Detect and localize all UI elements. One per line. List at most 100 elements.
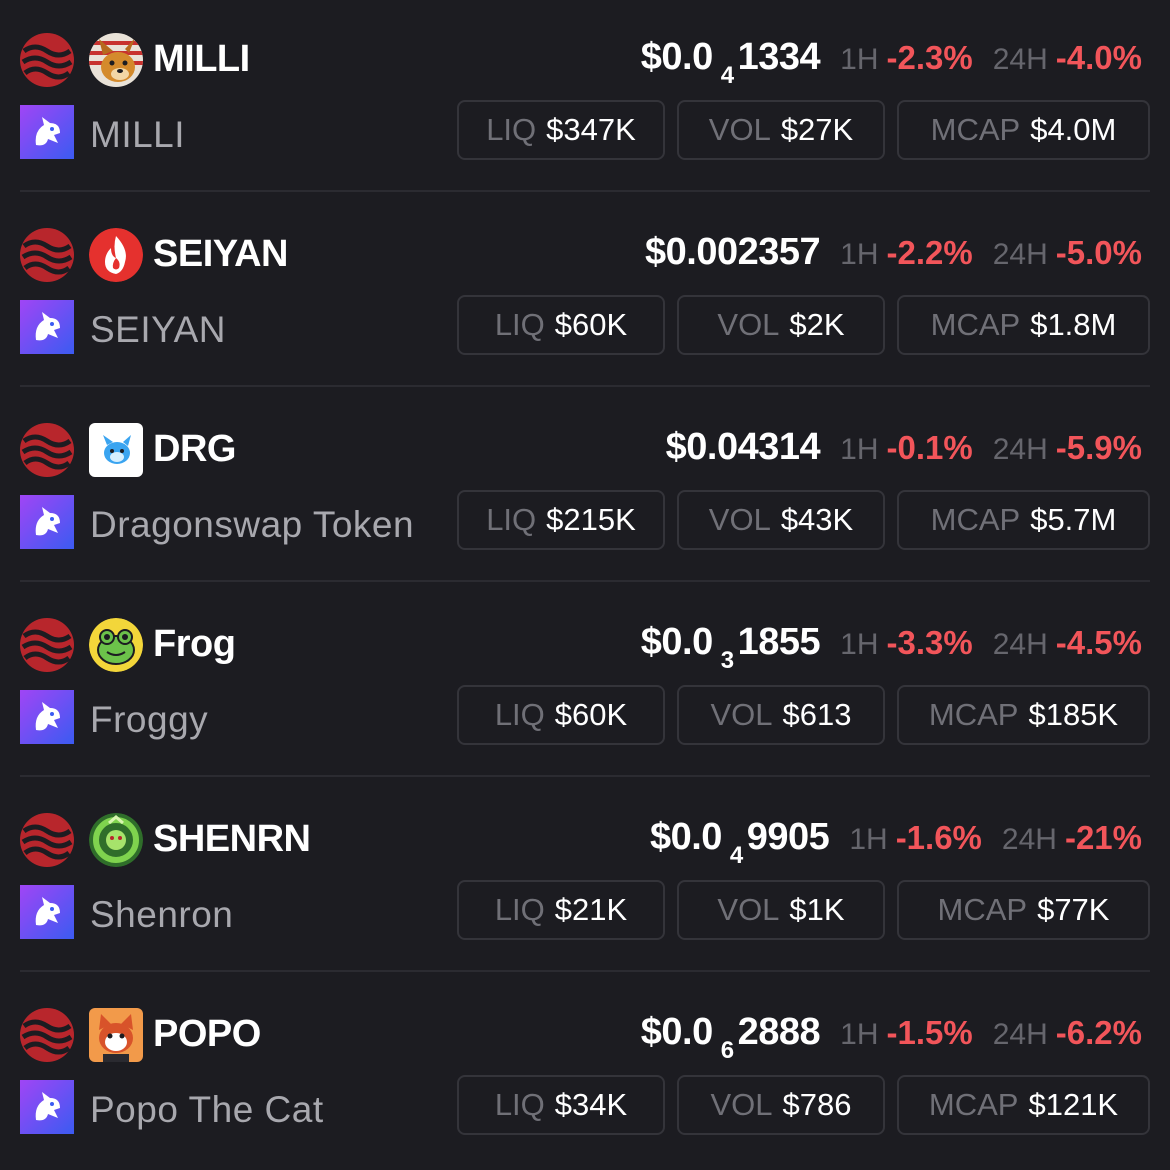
- liquidity-label: LIQ: [486, 502, 537, 537]
- mcap-pill[interactable]: MCAP $121K: [897, 1075, 1150, 1135]
- mcap-value: $121K: [1028, 1087, 1119, 1122]
- mcap-label: MCAP: [930, 112, 1021, 147]
- token-price: $0.04314: [665, 426, 821, 468]
- price-line: $0.0 6 2888 1H -1.5% 24H -6.2%: [640, 1011, 1142, 1064]
- token-symbol: POPO: [153, 1013, 261, 1055]
- row-divider: [20, 385, 1150, 387]
- liquidity-label: LIQ: [494, 697, 545, 732]
- row-divider: [20, 775, 1150, 777]
- volume-pill[interactable]: VOL $2K: [677, 295, 885, 355]
- token-price: $0.0 6 2888: [640, 1011, 821, 1064]
- price-line: $0.0 4 9905 1H -1.6% 24H -21%: [650, 816, 1142, 869]
- token-row[interactable]: SHENRN Shenron $0.0 4 9905 1H -1.6% 24H -2…: [0, 780, 1170, 975]
- liquidity-pill[interactable]: LIQ $347K: [457, 100, 665, 160]
- mcap-pill[interactable]: MCAP $1.8M: [897, 295, 1150, 355]
- change-24h-value: -4.0%: [1055, 39, 1142, 76]
- token-name: Dragonswap Token: [90, 504, 415, 545]
- token-symbol: SEIYAN: [153, 233, 289, 275]
- mcap-value: $185K: [1028, 697, 1119, 732]
- volume-value: $613: [782, 697, 852, 732]
- volume-label: VOL: [717, 892, 780, 927]
- liquidity-pill[interactable]: LIQ $60K: [457, 295, 665, 355]
- price-line: $0.0 3 1855 1H -3.3% 24H -4.5%: [640, 621, 1142, 674]
- mcap-label: MCAP: [937, 892, 1028, 927]
- liquidity-value: $60K: [554, 697, 628, 732]
- liquidity-label: LIQ: [494, 892, 545, 927]
- token-symbol: Frog: [153, 623, 236, 665]
- liquidity-label: LIQ: [494, 307, 545, 342]
- token-row[interactable]: Frog Froggy $0.0 3 1855 1H -3.3% 24H -4.5%…: [0, 585, 1170, 780]
- change-24h-value: -6.2%: [1055, 1014, 1142, 1051]
- mcap-pill[interactable]: MCAP $77K: [897, 880, 1150, 940]
- liquidity-value: $21K: [554, 892, 628, 927]
- change-24h-value: -21%: [1064, 819, 1142, 856]
- volume-label: VOL: [710, 1087, 773, 1122]
- volume-pill[interactable]: VOL $613: [677, 685, 885, 745]
- change-1h-label: 1H: [849, 823, 888, 856]
- token-row[interactable]: POPO Popo The Cat $0.0 6 2888 1H -1.5% 24H…: [0, 975, 1170, 1170]
- flame-icon: [89, 228, 143, 282]
- volume-pill[interactable]: VOL $27K: [677, 100, 885, 160]
- dragon-logo-icon: [89, 423, 143, 477]
- change-24h-label: 24H: [1001, 823, 1057, 856]
- change-24h-label: 24H: [992, 433, 1048, 466]
- change-24h-label: 24H: [992, 43, 1048, 76]
- dragonswap-icon: [20, 885, 74, 939]
- liquidity-pill[interactable]: LIQ $21K: [457, 880, 665, 940]
- price-line: $0.04314 1H -0.1% 24H -5.9%: [666, 426, 1142, 469]
- token-name: Shenron: [90, 894, 234, 935]
- volume-pill[interactable]: VOL $43K: [677, 490, 885, 550]
- change-1h-label: 1H: [840, 238, 879, 271]
- change-24h-value: -5.0%: [1055, 234, 1142, 271]
- dragonswap-icon: [20, 1080, 74, 1134]
- volume-label: VOL: [708, 502, 771, 537]
- volume-value: $1K: [789, 892, 845, 927]
- mcap-value: $77K: [1037, 892, 1110, 927]
- liquidity-pill[interactable]: LIQ $215K: [457, 490, 665, 550]
- price-line: $0.0 4 1334 1H -2.3% 24H -4.0%: [641, 36, 1142, 89]
- change-1h-value: -0.1%: [886, 429, 973, 466]
- row-divider: [20, 580, 1150, 582]
- mcap-pill[interactable]: MCAP $4.0M: [897, 100, 1150, 160]
- change-1h-label: 1H: [840, 433, 879, 466]
- token-row[interactable]: SEIYAN SEIYAN $0.002357 1H -2.2% 24H -5.…: [0, 195, 1170, 390]
- change-24h-label: 24H: [992, 1018, 1048, 1051]
- token-symbol: DRG: [153, 428, 236, 470]
- mcap-value: $5.7M: [1030, 502, 1117, 537]
- volume-pill[interactable]: VOL $786: [677, 1075, 885, 1135]
- dragonswap-icon: [20, 495, 74, 549]
- token-price: $0.0 3 1855: [640, 621, 821, 674]
- row-divider: [20, 190, 1150, 192]
- mcap-pill[interactable]: MCAP $5.7M: [897, 490, 1150, 550]
- volume-pill[interactable]: VOL $1K: [677, 880, 885, 940]
- token-name: Popo The Cat: [90, 1089, 324, 1130]
- mcap-label: MCAP: [930, 307, 1021, 342]
- change-1h-value: -2.2%: [886, 234, 973, 271]
- token-row[interactable]: MILLI MILLI $0.0 4 1334 1H -2.3% 24H -4.0%…: [0, 0, 1170, 195]
- change-1h-value: -2.3%: [886, 39, 973, 76]
- mcap-value: $1.8M: [1030, 307, 1117, 342]
- mcap-label: MCAP: [928, 697, 1019, 732]
- change-24h-value: -5.9%: [1055, 429, 1142, 466]
- sei-chain-icon: [20, 423, 74, 477]
- mcap-pill[interactable]: MCAP $185K: [897, 685, 1150, 745]
- mcap-label: MCAP: [928, 1087, 1019, 1122]
- token-row[interactable]: DRG Dragonswap Token $0.04314 1H -0.1% 2…: [0, 390, 1170, 585]
- dragonswap-icon: [20, 690, 74, 744]
- change-1h-value: -1.5%: [886, 1014, 973, 1051]
- liquidity-value: $347K: [546, 112, 636, 147]
- liquidity-pill[interactable]: LIQ $60K: [457, 685, 665, 745]
- change-24h-value: -4.5%: [1055, 624, 1142, 661]
- row-divider: [20, 970, 1150, 972]
- liquidity-pill[interactable]: LIQ $34K: [457, 1075, 665, 1135]
- liquidity-value: $60K: [554, 307, 628, 342]
- dragonswap-icon: [20, 300, 74, 354]
- mcap-value: $4.0M: [1030, 112, 1117, 147]
- token-name: Froggy: [90, 699, 209, 740]
- token-symbol: SHENRN: [153, 818, 311, 860]
- sei-chain-icon: [20, 1008, 74, 1062]
- milli-dog-icon: [89, 33, 143, 87]
- liquidity-label: LIQ: [494, 1087, 545, 1122]
- volume-value: $786: [782, 1087, 852, 1122]
- change-1h-label: 1H: [840, 43, 879, 76]
